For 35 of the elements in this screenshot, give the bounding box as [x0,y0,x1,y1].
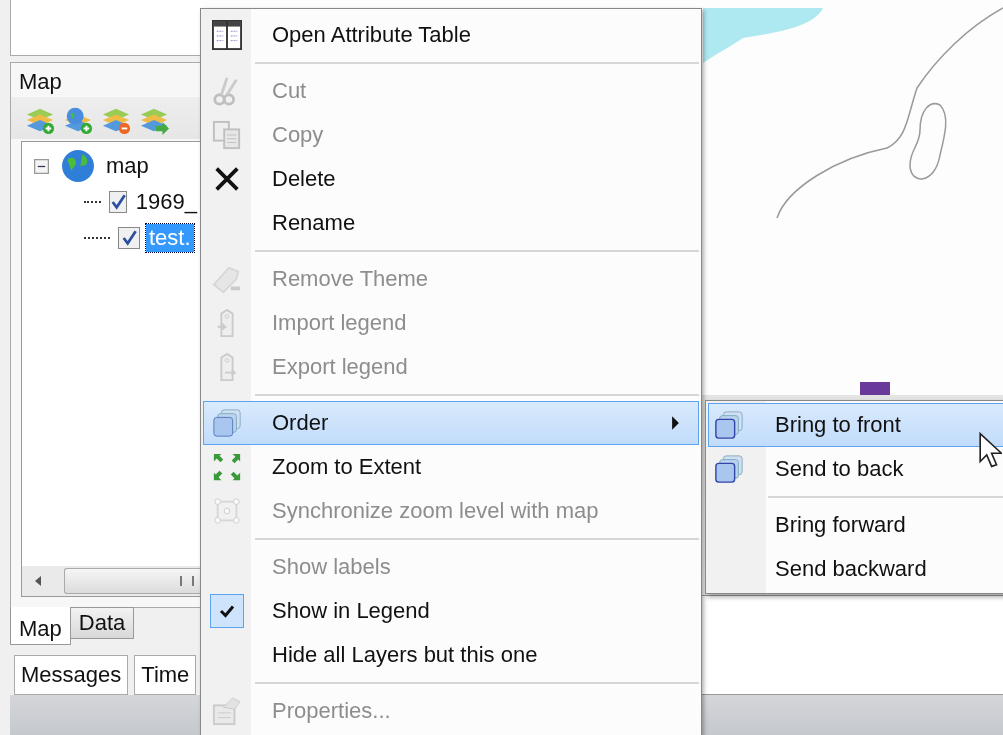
menu-item[interactable]: Show in Legend [203,589,699,633]
zoom-extent-icon [212,452,242,482]
menu-item[interactable]: Hide all Layers but this one [203,633,699,677]
copy-icon [212,120,242,150]
mouse-pointer-icon [978,432,1002,468]
menu-item[interactable]: Order [203,401,699,445]
horizontal-scrollbar[interactable] [22,566,200,596]
submenu-item[interactable]: Bring forward [708,503,1003,547]
layers-icon [714,410,744,440]
tree-node-label[interactable]: map [103,152,152,181]
layer-checkbox[interactable] [118,227,140,250]
tag-icon [212,264,242,294]
add-globe-layer-icon[interactable] [63,105,93,136]
menu-item[interactable]: Zoom to Extent [203,445,699,489]
submenu-item[interactable]: Bring to front [708,403,1003,447]
menu-item[interactable]: Delete [203,157,699,201]
sync-zoom-icon [212,496,242,526]
properties-icon [212,696,242,726]
menu-item[interactable]: Open Attribute Table [203,13,699,57]
menu-item[interactable]: Rename [203,201,699,245]
submenu-item[interactable]: Send backward [708,547,1003,591]
layer-name[interactable]: 1969_ [132,188,200,217]
panel-tab[interactable]: Data [69,607,135,639]
panel-tab[interactable]: Map [10,607,71,645]
output-tab[interactable]: Messages [14,655,129,695]
layers-icon [212,408,242,438]
layers-icon [714,454,744,484]
output-tab[interactable]: Time [134,655,197,695]
globe-icon [61,149,95,184]
layer-checkbox[interactable] [108,191,127,214]
collapse-icon[interactable] [34,158,49,174]
scroll-left-icon[interactable] [34,575,42,587]
submenu-item[interactable]: Send to back [708,447,1003,491]
table-icon [212,20,242,50]
panel-title: Map [18,68,63,97]
